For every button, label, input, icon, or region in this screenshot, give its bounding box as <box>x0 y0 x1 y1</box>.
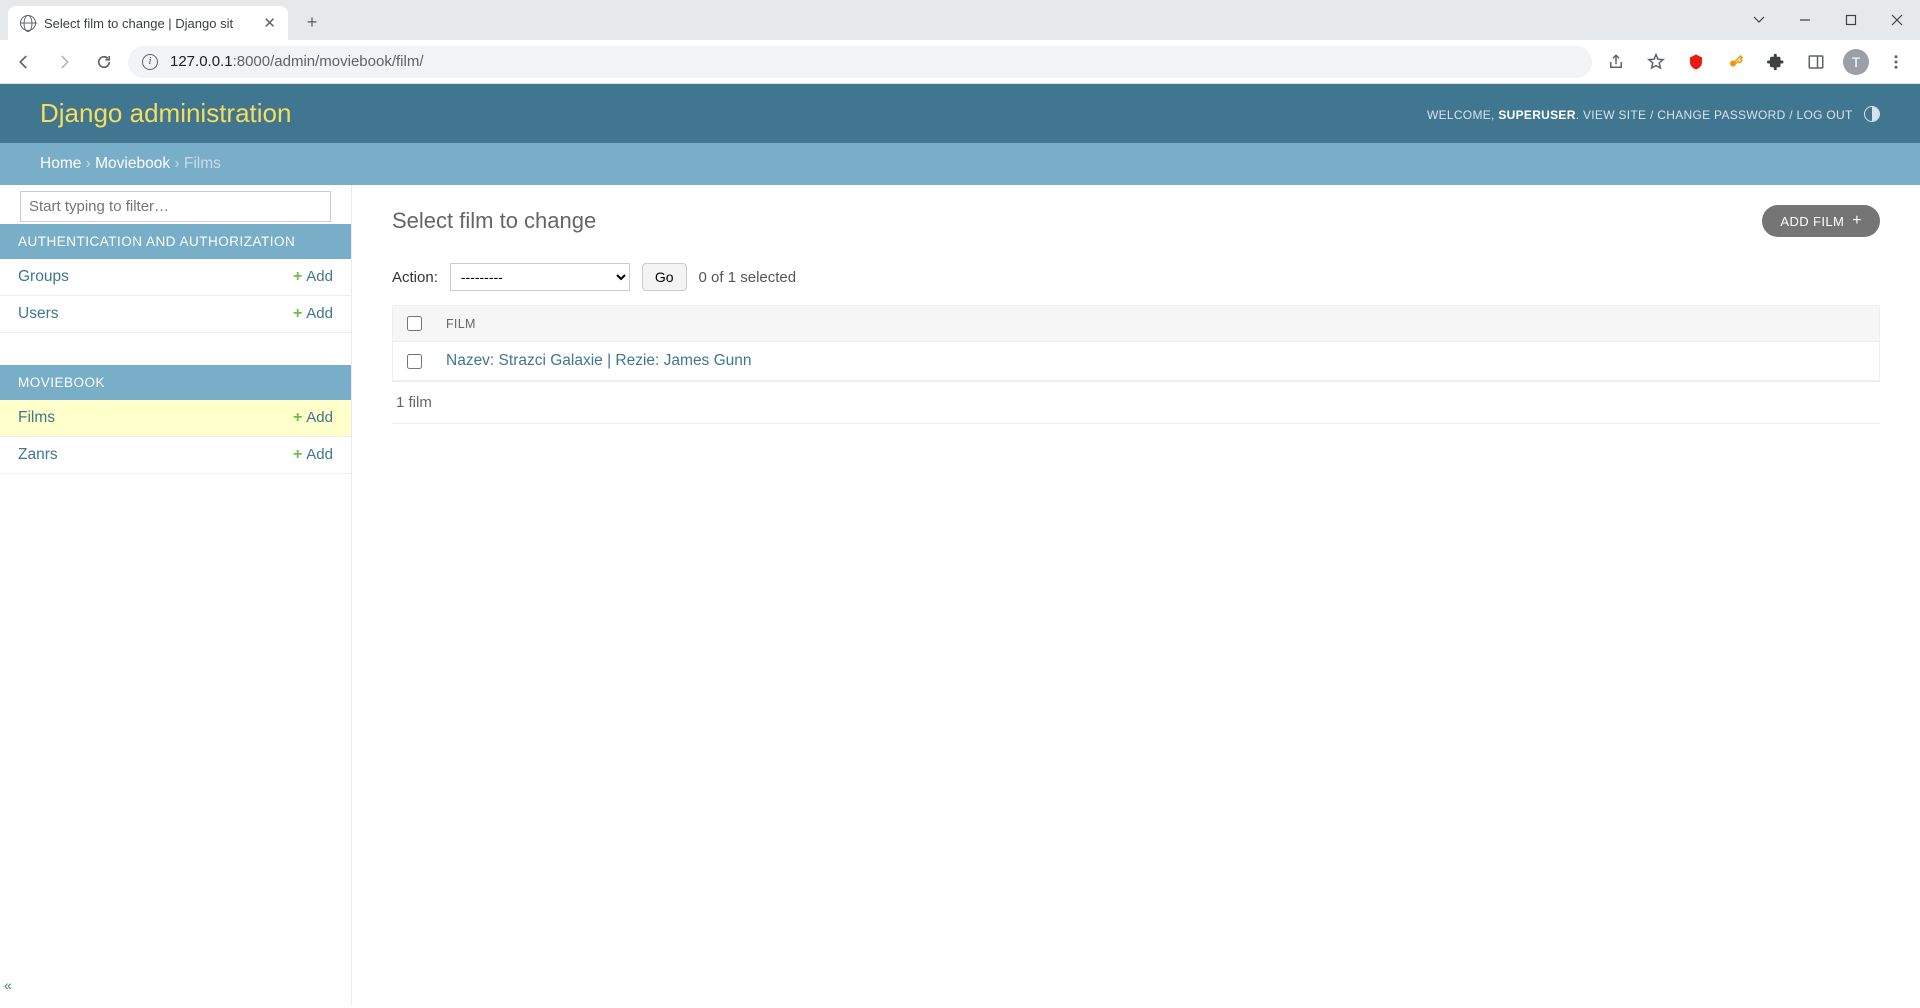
url-bar: i 127.0.0.1:8000/admin/moviebook/film/ T <box>0 40 1920 84</box>
sidepanel-icon[interactable] <box>1800 46 1832 78</box>
app-caption-moviebook[interactable]: MOVIEBOOK <box>0 365 351 400</box>
sidebar: AUTHENTICATION AND AUTHORIZATION Groups … <box>0 185 352 1005</box>
maximize-button[interactable] <box>1828 0 1874 40</box>
django-header: Django administration WELCOME, SUPERUSER… <box>0 84 1920 143</box>
select-all-checkbox[interactable] <box>407 316 422 331</box>
view-site-link[interactable]: VIEW SITE <box>1583 108 1646 122</box>
add-link-groups[interactable]: +Add <box>293 268 333 286</box>
action-label: Action: <box>392 269 438 286</box>
sidebar-item-groups: Groups +Add <box>0 259 351 296</box>
plus-icon: + <box>293 446 302 463</box>
globe-icon <box>20 15 36 31</box>
browser-chrome: Select film to change | Django sit ✕ + <box>0 0 1920 40</box>
column-film[interactable]: FILM <box>446 317 476 331</box>
plus-icon: + <box>293 268 302 285</box>
table-header: FILM <box>393 306 1879 342</box>
result-count: 1 film <box>392 382 1880 424</box>
breadcrumb-app[interactable]: Moviebook <box>95 155 170 172</box>
window-controls <box>1736 0 1920 40</box>
plus-icon: + <box>293 409 302 426</box>
share-icon[interactable] <box>1600 46 1632 78</box>
collapse-sidebar-icon[interactable]: « <box>4 977 12 993</box>
model-link-users[interactable]: Users <box>18 305 293 323</box>
plus-icon: + <box>1852 213 1862 229</box>
extension-shield-icon[interactable] <box>1680 46 1712 78</box>
menu-icon[interactable] <box>1880 46 1912 78</box>
sidebar-item-films: Films +Add <box>0 400 351 437</box>
sidebar-filter-input[interactable] <box>20 191 331 222</box>
breadcrumbs: Home › Moviebook › Films <box>0 143 1920 185</box>
profile-avatar[interactable]: T <box>1840 46 1872 78</box>
user-links: WELCOME, SUPERUSER. VIEW SITE / CHANGE P… <box>1427 106 1880 122</box>
extensions-icon[interactable] <box>1760 46 1792 78</box>
branding[interactable]: Django administration <box>40 98 291 129</box>
sidebar-item-zanrs: Zanrs +Add <box>0 437 351 474</box>
url-path: /admin/moviebook/film/ <box>270 53 423 70</box>
model-link-groups[interactable]: Groups <box>18 268 293 286</box>
logout-link[interactable]: LOG OUT <box>1796 108 1852 122</box>
theme-toggle-icon[interactable] <box>1864 106 1880 122</box>
go-button[interactable]: Go <box>642 263 687 291</box>
minimize-button[interactable] <box>1782 0 1828 40</box>
add-button-label: ADD FILM <box>1780 214 1844 229</box>
changelist: FILM Nazev: Strazci Galaxie | Rezie: Jam… <box>392 305 1880 382</box>
close-tab-icon[interactable]: ✕ <box>263 14 276 32</box>
model-link-films[interactable]: Films <box>18 409 293 427</box>
forward-button[interactable] <box>48 46 80 78</box>
selection-count: 0 of 1 selected <box>699 269 797 286</box>
close-window-button[interactable] <box>1874 0 1920 40</box>
bookmark-icon[interactable] <box>1640 46 1672 78</box>
action-select[interactable]: --------- <box>450 263 630 291</box>
add-link-zanrs[interactable]: +Add <box>293 446 333 464</box>
row-checkbox[interactable] <box>407 354 422 369</box>
app-caption-auth[interactable]: AUTHENTICATION AND AUTHORIZATION <box>0 224 351 259</box>
sidebar-item-users: Users +Add <box>0 296 351 333</box>
tab-title: Select film to change | Django sit <box>44 16 255 31</box>
change-password-link[interactable]: CHANGE PASSWORD <box>1657 108 1785 122</box>
address-bar[interactable]: i 127.0.0.1:8000/admin/moviebook/film/ <box>128 46 1592 78</box>
breadcrumb-current: Films <box>184 155 221 172</box>
welcome-text: WELCOME, <box>1427 108 1498 122</box>
breadcrumb-home[interactable]: Home <box>40 155 81 172</box>
username: SUPERUSER <box>1498 108 1575 122</box>
url-port: :8000 <box>233 53 271 70</box>
extension-key-icon[interactable] <box>1720 46 1752 78</box>
new-tab-button[interactable]: + <box>298 8 326 36</box>
browser-tab[interactable]: Select film to change | Django sit ✕ <box>8 6 288 40</box>
page-title: Select film to change <box>392 208 1762 234</box>
back-button[interactable] <box>8 46 40 78</box>
main-content: Select film to change ADD FILM + Action:… <box>352 185 1920 1005</box>
table-row: Nazev: Strazci Galaxie | Rezie: James Gu… <box>393 342 1879 381</box>
url-host: 127.0.0.1 <box>170 53 233 70</box>
tabs-dropdown-icon[interactable] <box>1736 0 1782 40</box>
add-link-users[interactable]: +Add <box>293 305 333 323</box>
site-info-icon[interactable]: i <box>142 54 158 70</box>
reload-button[interactable] <box>88 46 120 78</box>
add-link-films[interactable]: +Add <box>293 409 333 427</box>
add-film-button[interactable]: ADD FILM + <box>1762 205 1880 237</box>
action-bar: Action: --------- Go 0 of 1 selected <box>392 263 1880 291</box>
plus-icon: + <box>293 305 302 322</box>
model-link-zanrs[interactable]: Zanrs <box>18 446 293 464</box>
row-link[interactable]: Nazev: Strazci Galaxie | Rezie: James Gu… <box>446 352 752 370</box>
